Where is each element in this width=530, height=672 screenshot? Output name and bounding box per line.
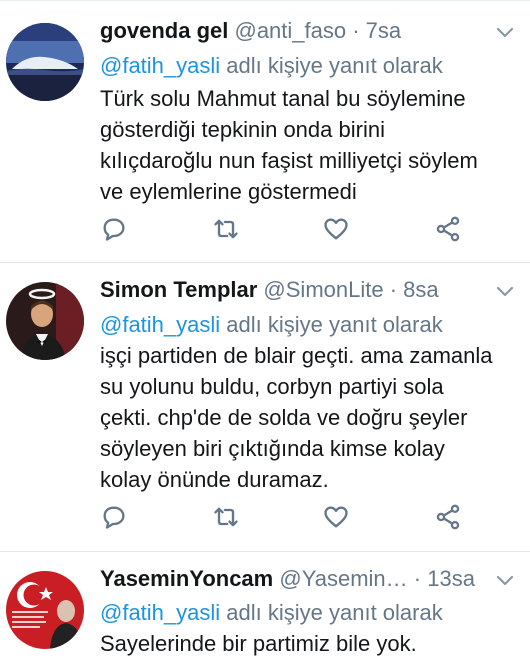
timestamp[interactable]: · 7sa bbox=[352, 18, 401, 43]
top-divider bbox=[0, 0, 530, 1]
tweet-text-line: Sayelerinde bir partimiz bile yok. bbox=[100, 631, 417, 656]
reply-mention[interactable]: @fatih_yasli bbox=[100, 600, 220, 625]
reply-mention[interactable]: @fatih_yasli bbox=[100, 312, 220, 337]
share-icon bbox=[436, 504, 460, 530]
tweet-actions bbox=[100, 503, 480, 533]
retweet-button[interactable] bbox=[212, 503, 242, 533]
user-handle[interactable]: @Yasemin… bbox=[279, 566, 407, 591]
reply-label: adlı kişiye yanıt olarak bbox=[226, 312, 443, 337]
share-icon bbox=[436, 216, 460, 242]
tweet-text: işçi partiden de blair geçti. ama zamanl… bbox=[100, 340, 520, 495]
avatar[interactable] bbox=[6, 23, 84, 101]
tweet-text-line: gösterdiği tepkinin onda birini bbox=[100, 117, 385, 142]
flag-portrait-avatar bbox=[6, 571, 84, 649]
reply-button[interactable] bbox=[100, 503, 130, 533]
tweet-text: Sayelerinde bir partimiz bile yok. bbox=[100, 628, 520, 659]
chevron-down-icon[interactable] bbox=[496, 27, 514, 39]
tweet-text-line: kolay önünde duramaz. bbox=[100, 467, 329, 492]
chevron-down-icon[interactable] bbox=[496, 286, 514, 298]
man-with-halo-avatar bbox=[6, 282, 84, 360]
timestamp[interactable]: · 13sa bbox=[414, 566, 475, 591]
reply-mention[interactable]: @fatih_yasli bbox=[100, 53, 220, 78]
tweet-divider bbox=[0, 262, 530, 263]
timestamp[interactable]: · 8sa bbox=[390, 277, 439, 302]
reply-context: @fatih_yasli adlı kişiye yanıt olarak bbox=[100, 598, 443, 628]
display-name[interactable]: YaseminYoncam bbox=[100, 566, 273, 591]
user-handle[interactable]: @SimonLite bbox=[263, 277, 383, 302]
tweet-text-line: ve eylemlerine göstermedi bbox=[100, 179, 357, 204]
user-handle[interactable]: @anti_faso bbox=[234, 18, 346, 43]
reply-context: @fatih_yasli adlı kişiye yanıt olarak bbox=[100, 51, 443, 81]
tweet-text-line: su yolunu buldu, corbyn partiyi sola bbox=[100, 374, 444, 399]
heart-icon bbox=[324, 506, 348, 528]
like-button[interactable] bbox=[322, 215, 352, 245]
reply-button[interactable] bbox=[100, 215, 130, 245]
display-name[interactable]: govenda gel bbox=[100, 18, 228, 43]
reply-icon bbox=[103, 506, 125, 529]
tweet-header: govenda gel @anti_faso · 7sa bbox=[100, 17, 401, 45]
retweet-icon bbox=[214, 507, 238, 527]
avatar[interactable] bbox=[6, 571, 84, 649]
reply-label: adlı kişiye yanıt olarak bbox=[226, 600, 443, 625]
share-button[interactable] bbox=[434, 503, 464, 533]
tweet-actions bbox=[100, 215, 480, 245]
retweet-icon bbox=[214, 219, 238, 239]
reply-context: @fatih_yasli adlı kişiye yanıt olarak bbox=[100, 310, 443, 340]
heart-icon bbox=[324, 218, 348, 240]
retweet-button[interactable] bbox=[212, 215, 242, 245]
like-button[interactable] bbox=[322, 503, 352, 533]
tweet-text-line: Türk solu Mahmut tanal bu söylemine bbox=[100, 86, 466, 111]
tweet-text-line: işçi partiden de blair geçti. ama zamanl… bbox=[100, 343, 493, 368]
tweet-header: Simon Templar @SimonLite · 8sa bbox=[100, 276, 439, 304]
tweet-text-line: söyleyen biri çıktığında kimse kolay bbox=[100, 436, 445, 461]
mountain-landscape-avatar bbox=[6, 23, 84, 101]
reply-icon bbox=[103, 218, 125, 241]
tweet-header: YaseminYoncam @Yasemin… · 13sa bbox=[100, 565, 475, 593]
avatar[interactable] bbox=[6, 282, 84, 360]
share-button[interactable] bbox=[434, 215, 464, 245]
tweet-divider bbox=[0, 551, 530, 552]
tweet-text: Türk solu Mahmut tanal bu söylemine göst… bbox=[100, 83, 520, 207]
tweet-text-line: kılıçdaroğlu nun faşist milliyetçi söyle… bbox=[100, 148, 478, 173]
tweet-text-line: çekti. chp'de de solda ve doğru şeyler bbox=[100, 405, 468, 430]
display-name[interactable]: Simon Templar bbox=[100, 277, 257, 302]
reply-label: adlı kişiye yanıt olarak bbox=[226, 53, 443, 78]
chevron-down-icon[interactable] bbox=[496, 575, 514, 587]
